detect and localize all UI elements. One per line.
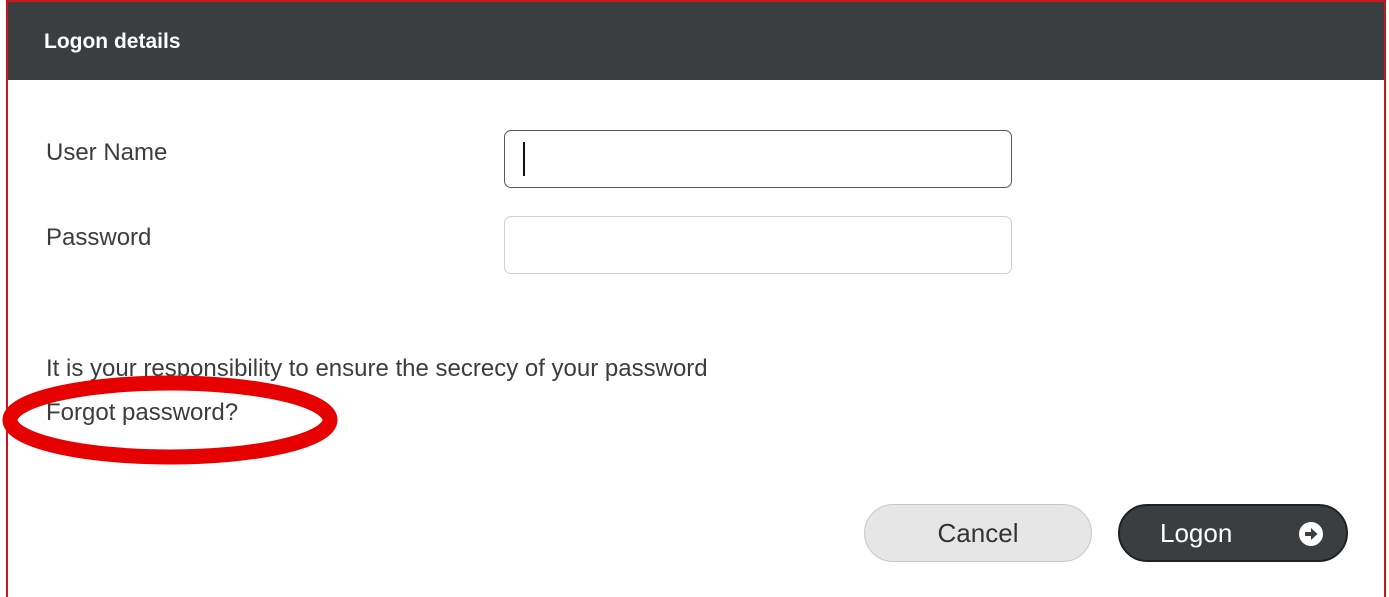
- username-input[interactable]: [504, 130, 1012, 188]
- cancel-button[interactable]: Cancel: [864, 504, 1092, 562]
- logon-dialog: Logon details User Name Password It is y…: [2, 0, 1386, 597]
- password-notice: It is your responsibility to ensure the …: [46, 355, 708, 382]
- username-label: User Name: [46, 139, 168, 166]
- logon-button-label: Logon: [1160, 518, 1233, 548]
- dialog-title: Logon details: [44, 30, 181, 53]
- forgot-password-link[interactable]: Forgot password?: [46, 398, 238, 428]
- cancel-button-label: Cancel: [937, 517, 1019, 548]
- password-input[interactable]: [504, 216, 1012, 274]
- password-label: Password: [46, 224, 152, 251]
- dialog-header: Logon details: [8, 2, 1384, 80]
- logon-button[interactable]: Logon: [1118, 504, 1348, 562]
- arrow-right-circle-icon: [1299, 522, 1323, 546]
- text-cursor: [523, 142, 525, 176]
